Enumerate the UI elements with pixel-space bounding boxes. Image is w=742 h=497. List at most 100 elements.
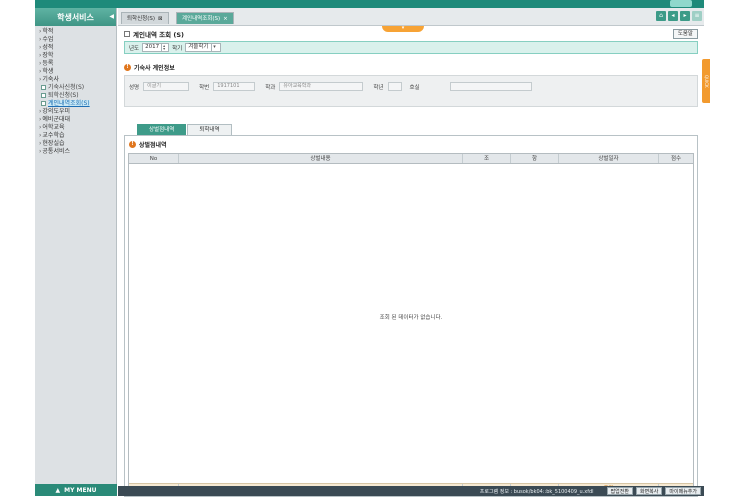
column-header[interactable]: 상벌일자 <box>559 154 659 163</box>
subtab-merit[interactable]: 상벌점내역 <box>137 124 187 135</box>
sidebar-item[interactable]: ›예비군대대 <box>39 116 112 124</box>
sidebar-item[interactable]: ›어학교육 <box>39 124 112 132</box>
column-header[interactable]: 상벌내용 <box>179 154 463 163</box>
column-header[interactable]: 조 <box>463 154 511 163</box>
sidebar-item-label: 장학 <box>42 52 54 59</box>
sidebar-subitem[interactable]: 기숙사신청(S) <box>39 84 112 92</box>
info-bullet-icon: ! <box>129 141 136 148</box>
sidebar-item-label: 등록 <box>42 60 54 67</box>
quick-menu-tab[interactable]: QUICK <box>702 59 710 103</box>
term-select[interactable]: 겨울학기 ▾ <box>185 43 221 52</box>
close-icon[interactable]: × <box>223 16 228 22</box>
grid-section-header: ! 상벌점내역 <box>129 140 167 149</box>
name-field: 이글기 <box>143 82 190 91</box>
page-header: 계인내역 조회 (S) 도움말 <box>124 27 698 41</box>
sidebar-item-label: 예비군대대 <box>42 116 71 123</box>
sidebar-header: 학생서비스 ◀ <box>35 8 116 26</box>
my-menu-button[interactable]: ▲ MY MENU <box>35 484 117 496</box>
merit-panel: ! 상벌점내역 No 상벌내용 조 항 상벌일자 점수 조회 된 데이터가 없습… <box>124 135 698 497</box>
sidebar-item[interactable]: ›기숙사 <box>39 76 112 84</box>
window-collapse-button[interactable] <box>670 0 692 7</box>
sidebar-title: 학생서비스 <box>57 12 94 22</box>
close-icon[interactable]: ⊠ <box>158 16 163 22</box>
sidebar-collapse-icon[interactable]: ◀ <box>109 13 114 20</box>
sidebar-item-label: 기숙사 <box>42 76 59 83</box>
grid-header: No 상벌내용 조 항 상벌일자 점수 <box>129 154 693 164</box>
sidebar: 학생서비스 ◀ ›학적 ›수업 ›성적 ›장학 ›등록 ›학생 ›기숙사 기숙사신청(S) 퇴학… <box>35 8 117 496</box>
name-label: 성명 <box>129 84 140 91</box>
home-icon[interactable]: ⌂ <box>656 11 666 21</box>
sidebar-item-label: 수업 <box>42 36 54 43</box>
sidebar-menu: ›학적 ›수업 ›성적 ›장학 ›등록 ›학생 ›기숙사 기숙사신청(S) 퇴학신청(S) 계인내… <box>35 26 116 158</box>
document-icon <box>41 85 46 90</box>
screen-copy-button[interactable]: 화면복사 <box>635 487 663 495</box>
tab-withdrawal[interactable]: 퇴학신청(S) ⊠ <box>121 12 169 24</box>
sub-tabs: 상벌점내역 퇴학내역 <box>137 124 232 135</box>
term-label: 학기 <box>172 45 183 52</box>
sidebar-item[interactable]: ›학적 <box>39 28 112 36</box>
sidebar-item-label: 어학교육 <box>42 124 65 131</box>
sidebar-item-label: 학생 <box>42 68 54 75</box>
page-title: 계인내역 조회 (S) <box>133 31 185 39</box>
prev-tab-button[interactable]: ◂ <box>668 11 678 21</box>
sidebar-subitem-label: 계인내역조회(S) <box>48 100 90 107</box>
program-info: 프로그램 정보 : busok/bk04::bk_5100409_u.xfdl <box>479 488 594 495</box>
sidebar-item-label: 성적 <box>42 44 54 51</box>
sidebar-item[interactable]: ›공통서비스 <box>39 148 112 156</box>
year-value: 2017 <box>145 44 160 50</box>
section-header-info: ! 기숙사 계인정보 <box>124 62 698 72</box>
subtab-withdrawal[interactable]: 퇴학내역 <box>187 124 232 135</box>
content: 계인내역 조회 (S) 도움말 년도 2017 ▴ ▾ 학기 겨울학기 ▾ ! 기… <box>124 27 698 497</box>
section-title: 기숙사 계인정보 <box>134 64 175 72</box>
tab-list-button[interactable]: ≡ <box>692 11 702 21</box>
tab-bar: 퇴학신청(S) ⊠ 계인내역조회(S) × ⌂ ◂ ▸ ≡ <box>118 8 704 26</box>
sidebar-item[interactable]: ›교수학습 <box>39 132 112 140</box>
search-bar: 년도 2017 ▴ ▾ 학기 겨울학기 ▾ <box>124 41 698 54</box>
column-header[interactable]: 점수 <box>659 154 693 163</box>
student-info-row: 성명 이글기 학번 1917101 학과 유아교육학과 학년 호실 <box>129 82 532 91</box>
year-label: 년도 <box>129 45 140 52</box>
column-header[interactable]: 항 <box>511 154 559 163</box>
column-header[interactable]: No <box>129 154 179 163</box>
status-bar: 프로그램 정보 : busok/bk04::bk_5100409_u.xfdl … <box>118 486 704 496</box>
add-my-menu-button[interactable]: 마이메뉴추가 <box>665 487 701 495</box>
app-frame: 학생서비스 ◀ ›학적 ›수업 ›성적 ›장학 ›등록 ›학생 ›기숙사 기숙사신청(S) 퇴학… <box>35 0 710 497</box>
sidebar-item[interactable]: ›강의도우미 <box>39 108 112 116</box>
id-field: 1917101 <box>213 82 256 91</box>
year-stepper[interactable]: 2017 ▴ ▾ <box>142 43 170 52</box>
info-bullet-icon: ! <box>124 63 131 71</box>
sidebar-subitem[interactable]: 계인내역조회(S) <box>39 100 112 108</box>
merit-grid: No 상벌내용 조 항 상벌일자 점수 조회 된 데이터가 없습니다. <box>128 153 694 495</box>
empty-message: 조회 된 데이터가 없습니다. <box>379 315 443 321</box>
grid-title: 상벌점내역 <box>139 142 167 149</box>
my-menu-label: MY MENU <box>64 486 97 494</box>
sidebar-item[interactable]: ›수업 <box>39 36 112 44</box>
sidebar-item-label: 현장실습 <box>42 140 65 147</box>
term-value: 겨울학기 <box>188 44 209 50</box>
sidebar-item-label: 강의도우미 <box>42 108 71 115</box>
spinner-icon[interactable]: ▴ ▾ <box>161 44 166 51</box>
sidebar-item-label: 학적 <box>42 28 54 35</box>
id-label: 학번 <box>199 84 210 91</box>
sidebar-subitem[interactable]: 퇴학신청(S) <box>39 92 112 100</box>
chevron-up-icon: ▲ <box>55 486 61 494</box>
top-bar <box>35 0 704 8</box>
next-tab-button[interactable]: ▸ <box>680 11 690 21</box>
chevron-down-icon[interactable]: ▾ <box>210 44 218 51</box>
sidebar-item[interactable]: ›장학 <box>39 52 112 60</box>
page-icon <box>124 31 130 37</box>
grade-label: 학년 <box>373 84 384 91</box>
popup-switch-button[interactable]: 팝업전환 <box>606 487 633 495</box>
document-icon <box>41 93 46 98</box>
student-info-box: 성명 이글기 학번 1917101 학과 유아교육학과 학년 호실 <box>124 75 698 107</box>
dept-label: 학과 <box>265 84 276 91</box>
sidebar-item[interactable]: ›현장실습 <box>39 140 112 148</box>
sidebar-item[interactable]: ›등록 <box>39 60 112 68</box>
help-button[interactable]: 도움말 <box>672 29 698 39</box>
document-icon <box>41 101 46 106</box>
sidebar-item[interactable]: ›학생 <box>39 68 112 76</box>
grid-body[interactable]: 조회 된 데이터가 없습니다. <box>129 164 693 484</box>
tab-personal-history[interactable]: 계인내역조회(S) × <box>176 12 234 24</box>
tab-label: 계인내역조회(S) <box>182 16 221 22</box>
sidebar-item[interactable]: ›성적 <box>39 44 112 52</box>
